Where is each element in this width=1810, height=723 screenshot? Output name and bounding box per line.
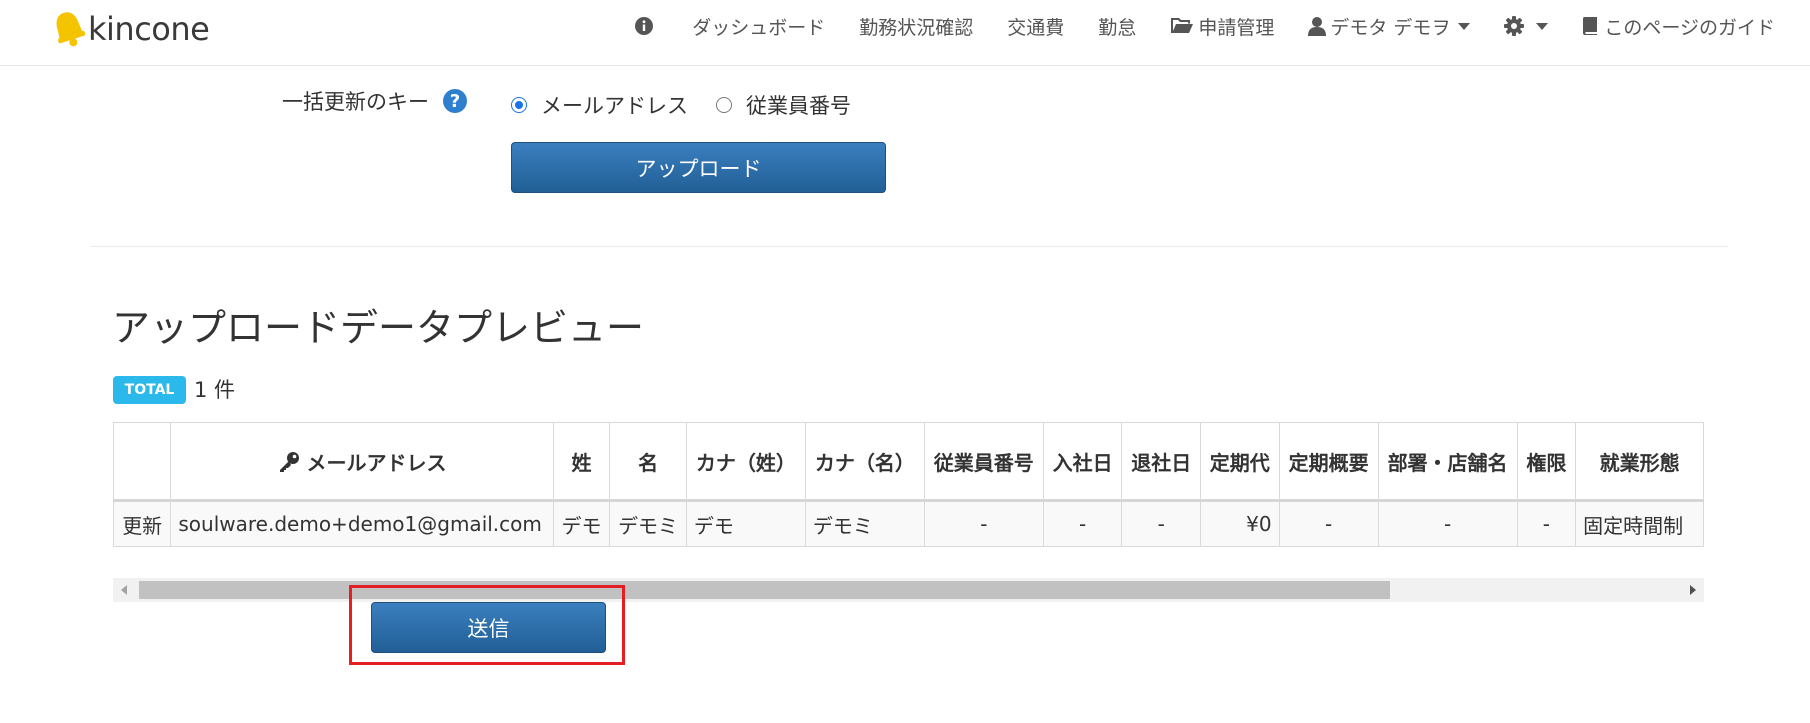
- cell-first-name: デモミ: [609, 500, 687, 547]
- cell-email: soulware.demo+demo1@gmail.com: [170, 500, 554, 547]
- column-header-employee-number: 従業員番号: [923, 422, 1044, 502]
- radio-email[interactable]: [511, 97, 527, 113]
- scroll-right-arrow-icon[interactable]: [1690, 585, 1696, 595]
- column-header-action: [113, 422, 172, 502]
- top-navbar: kincone ダッシュボード 勤務状況確認 交通費 勤怠 申請管理 デモタ デ…: [0, 0, 1810, 66]
- nav-transport[interactable]: 交通費: [990, 13, 1081, 40]
- column-header-work-type: 就業形態: [1575, 422, 1704, 502]
- nav-kintai[interactable]: 勤怠: [1081, 13, 1153, 40]
- column-header-first-name: 名: [609, 422, 687, 502]
- column-header-email: メールアドレス: [170, 422, 554, 502]
- upload-button[interactable]: アップロード: [511, 142, 886, 193]
- cell-kana-last: デモ: [685, 500, 806, 547]
- column-header-pass-summary: 定期概要: [1278, 422, 1379, 502]
- column-header-commuter-pass: 定期代: [1200, 422, 1280, 502]
- radio-employee-number-label[interactable]: 従業員番号: [746, 90, 851, 120]
- radio-employee-number[interactable]: [716, 97, 732, 113]
- nav-dashboard[interactable]: ダッシュボード: [675, 13, 842, 40]
- cell-employee-number: -: [923, 500, 1044, 547]
- cell-action: 更新: [113, 500, 172, 547]
- cell-last-name: デモ: [552, 500, 611, 547]
- info-circle-icon: [635, 17, 654, 35]
- user-icon: [1308, 17, 1327, 36]
- cell-department: -: [1377, 500, 1518, 547]
- nav-user-menu[interactable]: デモタ デモヲ: [1291, 13, 1487, 40]
- total-badge: TOTAL: [113, 376, 186, 404]
- folder-open-icon: [1171, 18, 1194, 33]
- help-icon[interactable]: ?: [443, 89, 467, 113]
- column-header-last-name: 姓: [552, 422, 611, 502]
- table-row: 更新 soulware.demo+demo1@gmail.com デモ デモミ …: [113, 500, 1704, 547]
- column-header-leave-date: 退社日: [1121, 422, 1201, 502]
- cell-leave-date: -: [1121, 500, 1201, 547]
- nav-menu: ダッシュボード 勤務状況確認 交通費 勤怠 申請管理 デモタ デモヲ このページ…: [617, 0, 1792, 52]
- key-icon: [279, 451, 299, 472]
- cell-kana-first: デモミ: [804, 500, 925, 547]
- column-header-department: 部署・店舗名: [1377, 422, 1518, 502]
- cell-commuter-pass: ¥0: [1200, 500, 1280, 547]
- chevron-down-icon: [1536, 22, 1549, 30]
- column-header-kana-last: カナ（姓）: [685, 422, 806, 502]
- book-icon: [1583, 17, 1598, 35]
- column-header-kana-first: カナ（名）: [804, 422, 925, 502]
- nav-dashboard-label: ダッシュボード: [692, 16, 826, 39]
- preview-title: アップロードデータプレビュー: [112, 306, 645, 350]
- scroll-left-arrow-icon[interactable]: [121, 585, 127, 595]
- nav-page-guide[interactable]: このページのガイド: [1565, 13, 1792, 40]
- logo-text: kincone: [88, 10, 210, 48]
- nav-kintai-label: 勤怠: [1098, 16, 1137, 39]
- bell-logo-icon: [56, 12, 86, 47]
- bulk-update-key-row: 一括更新のキー ?: [282, 86, 467, 116]
- nav-request-management-label: 申請管理: [1198, 16, 1275, 39]
- cell-work-type: 固定時間制: [1575, 500, 1704, 547]
- column-header-email-label: メールアドレス: [306, 450, 447, 475]
- cell-hire-date: -: [1042, 500, 1123, 547]
- highlight-annotation-box: [349, 585, 625, 665]
- nav-transport-label: 交通費: [1007, 16, 1065, 39]
- bulk-update-key-radio-group: メールアドレス 従業員番号: [511, 90, 879, 120]
- nav-info[interactable]: [617, 16, 675, 36]
- chevron-down-icon: [1458, 22, 1471, 30]
- nav-attendance-status[interactable]: 勤務状況確認: [842, 13, 990, 40]
- nav-settings[interactable]: [1487, 16, 1565, 36]
- column-header-permission: 権限: [1516, 422, 1577, 502]
- nav-attendance-status-label: 勤務状況確認: [859, 16, 974, 39]
- gear-icon: [1504, 16, 1525, 36]
- radio-email-label[interactable]: メールアドレス: [541, 90, 688, 120]
- preview-table: メールアドレス 姓 名 カナ（姓） カナ（名） 従業員番号 入社日 退社日 定期…: [113, 422, 1704, 547]
- cell-permission: -: [1516, 500, 1577, 547]
- preview-table-container: メールアドレス 姓 名 カナ（姓） カナ（名） 従業員番号 入社日 退社日 定期…: [113, 422, 1704, 548]
- kincone-logo[interactable]: kincone: [52, 4, 210, 54]
- nav-user-name: デモタ デモヲ: [1330, 16, 1451, 39]
- bulk-update-key-label: 一括更新のキー: [282, 90, 429, 114]
- nav-page-guide-label: このページのガイド: [1604, 16, 1775, 39]
- column-header-hire-date: 入社日: [1042, 422, 1123, 502]
- total-count: 1 件: [194, 378, 236, 402]
- nav-request-management[interactable]: 申請管理: [1153, 13, 1291, 40]
- table-header-row: メールアドレス 姓 名 カナ（姓） カナ（名） 従業員番号 入社日 退社日 定期…: [113, 422, 1704, 502]
- scrollbar-thumb[interactable]: [139, 581, 1390, 599]
- cell-pass-summary: -: [1278, 500, 1379, 547]
- section-divider: [90, 246, 1728, 247]
